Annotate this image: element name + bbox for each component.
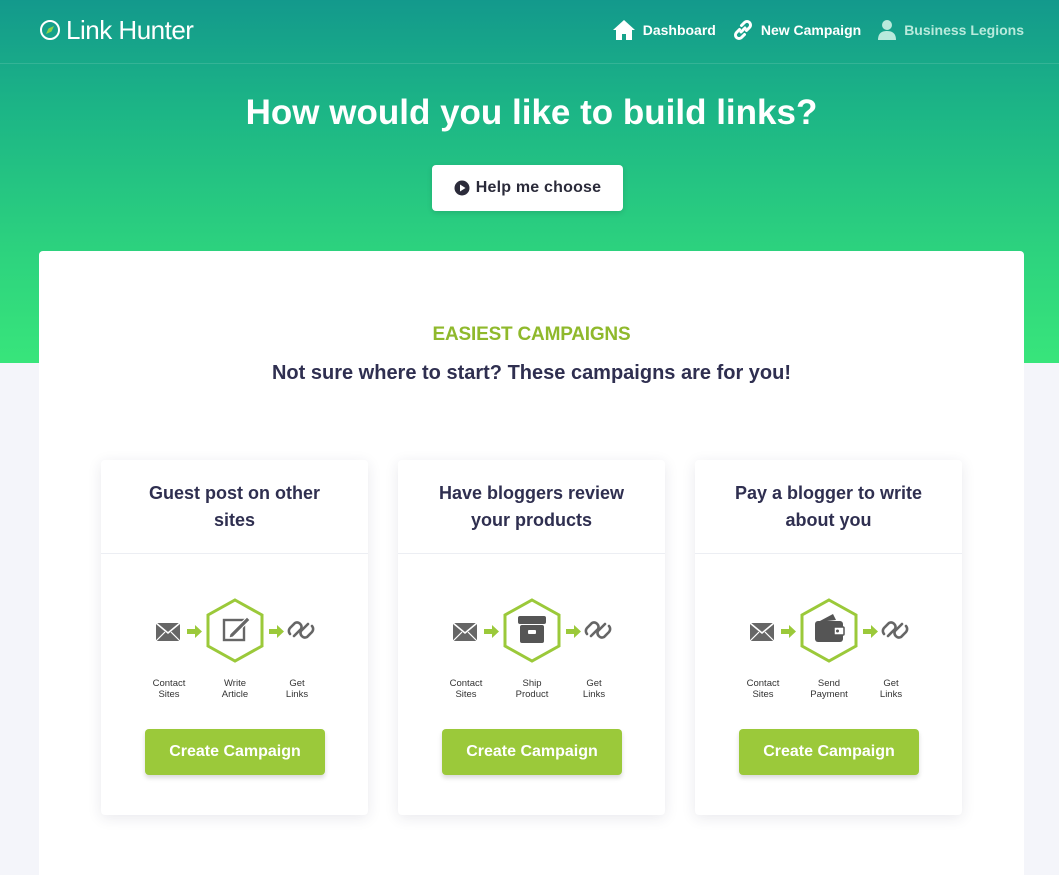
arrow-right-icon xyxy=(269,625,284,638)
chain-link-icon xyxy=(881,621,909,639)
step-label: Ship Product xyxy=(515,678,549,700)
home-icon xyxy=(612,20,635,40)
card-title: Guest post on other sites xyxy=(101,460,368,554)
card-title: Pay a blogger to write about you xyxy=(695,460,962,554)
archive-box-icon xyxy=(518,616,546,643)
campaign-card-guest-post: Guest post on other sites Contact Sites … xyxy=(101,460,368,815)
process-flow: Contact Sites Ship Product Get Links xyxy=(398,598,665,700)
create-campaign-button[interactable]: Create Campaign xyxy=(442,729,622,775)
help-me-choose-button[interactable]: Help me choose xyxy=(432,165,623,211)
link-icon xyxy=(733,19,752,41)
create-campaign-button[interactable]: Create Campaign xyxy=(739,729,919,775)
section-subtitle: Not sure where to start? These campaigns… xyxy=(271,362,791,384)
arrow-right-icon xyxy=(484,625,499,638)
envelope-icon xyxy=(749,622,775,642)
step-label: Send Payment xyxy=(810,678,848,700)
arrow-right-icon xyxy=(863,625,878,638)
page-headline: How would you like to build links? xyxy=(245,93,818,132)
main-nav: Dashboard New Campaign Business Legions xyxy=(596,16,1024,44)
step-label: Get Links xyxy=(582,678,606,700)
envelope-icon xyxy=(452,622,478,642)
arrow-right-icon xyxy=(187,625,202,638)
step-label: Get Links xyxy=(285,678,309,700)
step-label: Contact Sites xyxy=(449,678,483,700)
arrow-right-icon xyxy=(566,625,581,638)
help-me-choose-label: Help me choose xyxy=(475,179,602,196)
arrow-right-icon xyxy=(781,625,796,638)
section-label: EASIEST CAMPAIGNS xyxy=(432,324,631,345)
brand-logo[interactable]: Link Hunter xyxy=(38,14,194,46)
nav-dashboard[interactable]: Dashboard xyxy=(612,19,716,41)
process-flow: Contact Sites Write Article Get Links xyxy=(101,598,368,700)
campaign-card-paid-post: Pay a blogger to write about you Contact… xyxy=(695,460,962,815)
step-label: Contact Sites xyxy=(152,678,186,700)
play-circle-icon xyxy=(454,180,470,196)
nav-new-campaign-label: New Campaign xyxy=(760,22,862,38)
create-campaign-button[interactable]: Create Campaign xyxy=(145,729,325,775)
top-navbar: Link Hunter Dashboard New Campaign Busin… xyxy=(0,0,1059,64)
card-title: Have bloggers review your products xyxy=(398,460,665,554)
nav-new-campaign[interactable]: New Campaign xyxy=(732,19,861,41)
brand-name: Link Hunter xyxy=(66,14,194,45)
nav-account[interactable]: Business Legions xyxy=(877,19,1024,41)
nav-account-label: Business Legions xyxy=(904,22,1024,38)
chain-link-icon xyxy=(287,621,315,639)
nav-dashboard-label: Dashboard xyxy=(642,22,716,38)
process-flow: Contact Sites Send Payment Get Links xyxy=(695,598,962,700)
envelope-icon xyxy=(155,622,181,642)
step-label: Get Links xyxy=(879,678,903,700)
user-icon xyxy=(878,20,897,40)
step-label: Write Article xyxy=(221,678,249,700)
compass-logo-icon xyxy=(40,20,60,40)
step-label: Contact Sites xyxy=(746,678,780,700)
campaign-card-product-review: Have bloggers review your products Conta… xyxy=(398,460,665,815)
chain-link-icon xyxy=(584,621,612,639)
